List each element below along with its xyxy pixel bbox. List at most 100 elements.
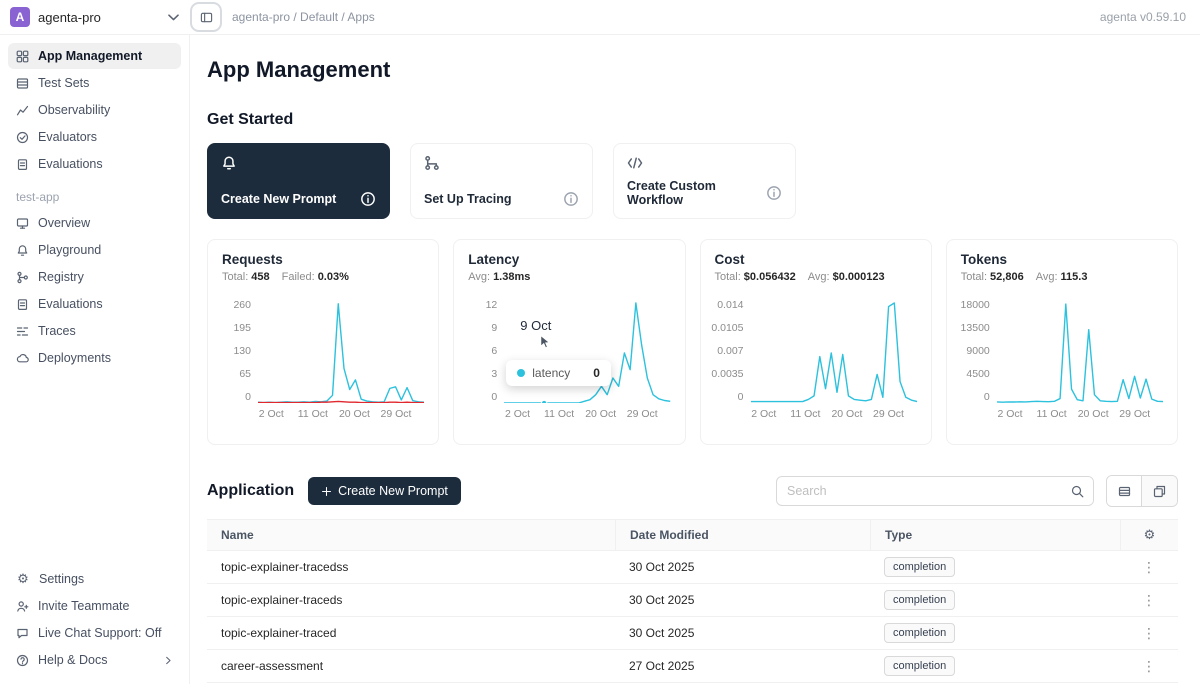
type-badge: completion — [884, 590, 955, 610]
monitor-icon — [16, 217, 29, 230]
sidebar-item-playground[interactable]: Playground — [8, 237, 181, 263]
table-view-icon — [1118, 485, 1131, 498]
bell-icon — [221, 155, 237, 171]
table-row[interactable]: career-assessment 27 Oct 2025 completion… — [207, 650, 1178, 683]
search-input[interactable] — [777, 484, 1061, 498]
create-custom-workflow-card[interactable]: Create Custom Workflow — [613, 143, 796, 219]
date-modified: 30 Oct 2025 — [615, 593, 870, 607]
plus-icon — [321, 486, 332, 497]
x-axis: 2 Oct 11 Oct 20 Oct 29 Oct — [258, 408, 424, 424]
sidebar-toggle-focus-ring — [190, 2, 222, 32]
panel-left-icon — [200, 11, 213, 24]
y-tick: 130 — [233, 345, 251, 357]
sidebar-item-help-docs[interactable]: Help & Docs — [8, 647, 181, 673]
card-view-button[interactable] — [1142, 476, 1177, 506]
table-row[interactable]: topic-explainer-traced 30 Oct 2025 compl… — [207, 617, 1178, 650]
search-box — [776, 476, 1094, 506]
x-tick: 20 Oct — [585, 408, 616, 420]
sidebar-item-deployments[interactable]: Deployments — [8, 345, 181, 371]
sidebar-item-label: Playground — [38, 243, 101, 257]
sidebar-item-invite-teammate[interactable]: Invite Teammate — [8, 593, 181, 619]
sidebar-item-registry[interactable]: Registry — [8, 264, 181, 290]
x-tick: 20 Oct — [339, 408, 370, 420]
y-axis: 260 195 130 65 0 — [222, 299, 258, 403]
y-tick: 195 — [233, 322, 251, 334]
tokens-sparkline[interactable] — [997, 299, 1163, 403]
card-label: Create New Prompt — [221, 192, 336, 206]
sidebar-item-app-management[interactable]: App Management — [8, 43, 181, 69]
stat-cards-row: Requests Total:458 Failed:0.03% 260 195 … — [207, 239, 1178, 445]
sidebar-item-overview[interactable]: Overview — [8, 210, 181, 236]
x-tick: 11 Oct — [298, 408, 328, 420]
requests-card: Requests Total:458 Failed:0.03% 260 195 … — [207, 239, 439, 445]
tracing-tree-icon — [424, 155, 440, 171]
column-header-type[interactable]: Type — [870, 520, 1120, 550]
sidebar-item-label: Observability — [38, 103, 110, 117]
sidebar-item-label: Live Chat Support: Off — [38, 626, 161, 640]
y-tick: 9 — [491, 322, 497, 334]
info-icon[interactable] — [563, 191, 579, 207]
cost-sparkline[interactable] — [751, 299, 917, 403]
sidebar-item-evaluations-app[interactable]: Evaluations — [8, 291, 181, 317]
x-tick: 2 Oct — [751, 408, 776, 420]
y-axis: 0.014 0.0105 0.007 0.0035 0 — [715, 299, 751, 403]
column-header-name[interactable]: Name — [207, 520, 615, 550]
clipboard-icon — [16, 298, 29, 311]
row-more-button[interactable]: ⋮ — [1120, 592, 1178, 609]
breadcrumb[interactable]: agenta-pro / Default / Apps — [232, 10, 375, 24]
create-new-prompt-card[interactable]: Create New Prompt — [207, 143, 390, 219]
x-axis: 2 Oct 11 Oct 20 Oct 29 Oct — [997, 408, 1163, 424]
sidebar-item-traces[interactable]: Traces — [8, 318, 181, 344]
y-tick: 260 — [233, 299, 251, 311]
sidebar-item-test-sets[interactable]: Test Sets — [8, 70, 181, 96]
x-tick: 29 Oct — [1119, 408, 1150, 420]
table-settings-button[interactable]: ⚙ — [1120, 520, 1178, 550]
sidebar-item-label: Registry — [38, 270, 84, 284]
code-icon — [627, 155, 643, 171]
applications-table: Name Date Modified Type ⚙ topic-explaine… — [207, 519, 1178, 683]
sidebar-item-observability[interactable]: Observability — [8, 97, 181, 123]
row-more-button[interactable]: ⋮ — [1120, 559, 1178, 576]
x-tick: 11 Oct — [1037, 408, 1067, 420]
main-content: App Management Get Started Create New Pr… — [190, 35, 1200, 684]
chevron-right-icon — [164, 656, 173, 665]
clipboard-icon — [16, 158, 29, 171]
sidebar-item-label: Traces — [38, 324, 76, 338]
row-more-button[interactable]: ⋮ — [1120, 625, 1178, 642]
app-name: career-assessment — [207, 659, 615, 673]
sidebar-item-label: Help & Docs — [38, 653, 107, 667]
table-row[interactable]: topic-explainer-tracedss 30 Oct 2025 com… — [207, 551, 1178, 584]
get-started-heading: Get Started — [207, 111, 1178, 129]
create-new-prompt-button[interactable]: Create New Prompt — [308, 477, 461, 505]
get-started-cards: Create New Prompt Set Up Tracing Create … — [207, 143, 1178, 219]
table-view-button[interactable] — [1107, 476, 1142, 506]
help-circle-icon — [16, 654, 29, 667]
trace-icon — [16, 325, 29, 338]
chart-stats: Total:$0.056432 Avg:$0.000123 — [715, 271, 917, 283]
latency-sparkline[interactable] — [504, 299, 670, 403]
info-icon[interactable] — [766, 185, 782, 201]
y-tick: 12 — [486, 299, 498, 311]
sidebar-item-live-chat[interactable]: Live Chat Support: Off — [8, 620, 181, 646]
y-tick: 0.0105 — [711, 322, 743, 334]
set-up-tracing-card[interactable]: Set Up Tracing — [410, 143, 593, 219]
chart-title: Requests — [222, 252, 424, 267]
row-more-button[interactable]: ⋮ — [1120, 658, 1178, 675]
sidebar-footer: ⚙ Settings Invite Teammate Live Chat Sup… — [8, 566, 181, 674]
table-row[interactable]: topic-explainer-traceds 30 Oct 2025 comp… — [207, 584, 1178, 617]
x-tick: 29 Oct — [627, 408, 658, 420]
info-icon[interactable] — [360, 191, 376, 207]
date-modified: 30 Oct 2025 — [615, 626, 870, 640]
sidebar-item-settings[interactable]: ⚙ Settings — [8, 566, 181, 592]
sidebar-toggle-button[interactable] — [200, 11, 213, 24]
sidebar-item-evaluations[interactable]: Evaluations — [8, 151, 181, 177]
requests-sparkline[interactable] — [258, 299, 424, 403]
chat-bubble-icon — [16, 627, 29, 640]
y-tick: 13500 — [961, 322, 990, 334]
column-header-date-modified[interactable]: Date Modified — [615, 520, 870, 550]
y-axis: 12 9 6 3 0 — [468, 299, 504, 403]
y-tick: 9000 — [966, 345, 989, 357]
search-button[interactable] — [1061, 477, 1093, 505]
workspace-selector[interactable]: A agenta-pro — [10, 7, 180, 27]
sidebar-item-evaluators[interactable]: Evaluators — [8, 124, 181, 150]
